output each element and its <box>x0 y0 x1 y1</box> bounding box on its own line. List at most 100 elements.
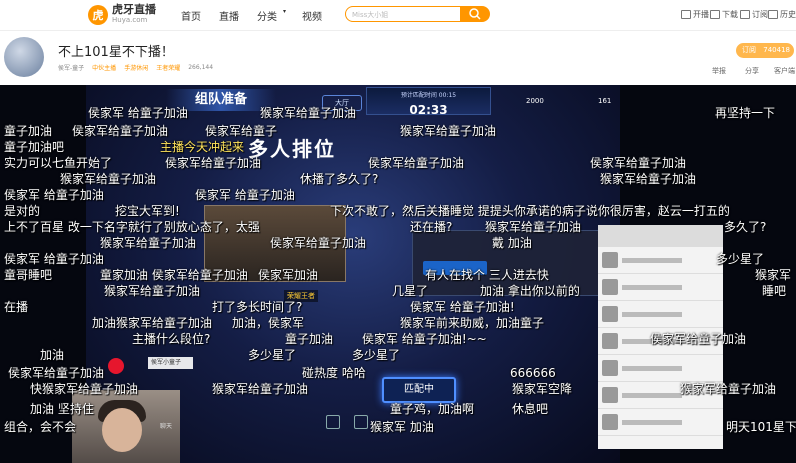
chevron-down-icon: ▾ <box>283 8 287 15</box>
danmaku-comment: 侯家军给童子加油 <box>8 366 105 380</box>
clock-icon <box>768 10 778 19</box>
danmaku-comment: 休播了多久了? <box>300 172 379 186</box>
danmaku-comment: 猴家军给童子加油 <box>485 220 582 234</box>
client-button[interactable]: 客户端 <box>774 66 795 76</box>
danmaku-comment: 猴家军给童子加油 <box>60 172 157 186</box>
danmaku-comment: 童子鸡，加油啊 <box>390 402 475 416</box>
match-timer: 预计匹配时间 00:15 02:33 <box>366 87 491 117</box>
danmaku-comment: 上不了百星 改一下名字就行了别放心态了，太强 <box>4 220 260 234</box>
danmaku-comment: 侯家军 给童子加油 <box>195 188 295 202</box>
danmaku-comment: 几星了 <box>392 284 429 298</box>
danmaku-comment: 加油猴家军给童子加油 <box>92 316 213 330</box>
search-input[interactable]: Miss大小姐 <box>345 6 461 22</box>
danmaku-comment: 主播今天冲起来 <box>160 140 245 154</box>
mic-icon <box>354 415 368 429</box>
danmaku-comment: 挖宝大军到! <box>115 204 180 218</box>
danmaku-comment: 猴家军给童子加油 <box>104 284 201 298</box>
nav-history[interactable]: 历史 <box>768 9 796 20</box>
danmaku-comment: 多少星了 <box>248 348 297 362</box>
video-player[interactable]: 组队准备 大厅 预计匹配时间 00:15 02:33 2000 161 多人排位… <box>0 85 796 463</box>
subscribe-button[interactable]: 订阅 740418 <box>736 43 794 58</box>
danmaku-comment: 童哥睡吧 <box>4 268 53 282</box>
danmaku-comment: 加油，侯家军 <box>232 316 305 330</box>
danmaku-comment: 侯家军给童子加油 <box>72 124 169 138</box>
streamer-name[interactable]: 侯军-童子 <box>58 63 84 72</box>
danmaku-comment: 猴家军给童子加油 <box>400 124 497 138</box>
danmaku-comment: 戴 加油 <box>492 236 532 250</box>
nav-home[interactable]: 首页 <box>181 8 201 23</box>
danmaku-comment: 多久了? <box>724 220 767 234</box>
weibo-icon <box>108 358 124 374</box>
chat-label: 聊天 <box>160 423 173 430</box>
danmaku-comment: 侯家军给童子加油 <box>165 156 262 170</box>
danmaku-comment: 666666 <box>510 366 556 380</box>
monitor-icon <box>681 10 691 19</box>
danmaku-comment: 还在播? <box>410 220 453 234</box>
streamer-name-tag: 侯军小童子 <box>148 357 193 369</box>
danmaku-comment: 侯家军 给童子加油 <box>4 252 104 266</box>
danmaku-comment: 童子加油 <box>285 332 334 346</box>
danmaku-comment: 侯家军加油 <box>258 268 319 282</box>
danmaku-comment: 猴家军给童子加油 <box>212 382 309 396</box>
logo-text: 虎牙直播 <box>112 3 156 16</box>
top-navigation: 虎 虎牙直播 Huya.com 首页 直播 分类 ▾ 视频 Miss大小姐 开播… <box>0 0 796 31</box>
danmaku-comment: 侯家军给童子加油 <box>270 236 367 250</box>
nav-download[interactable]: 下载 <box>710 9 738 20</box>
report-button[interactable]: 举报 <box>712 66 726 76</box>
danmaku-comment: 睡吧 <box>762 284 787 298</box>
danmaku-comment: 侯家军给童子加油 <box>650 332 747 346</box>
subscribe-count: 740418 <box>763 46 790 54</box>
danmaku-comment: 主播什么段位? <box>132 332 211 346</box>
nav-category[interactable]: 分类 <box>257 8 277 23</box>
nav-go-live[interactable]: 开播 <box>681 9 709 20</box>
danmaku-comment: 加油 坚持住 <box>30 402 94 416</box>
nav-subscribe[interactable]: 订阅 <box>740 9 768 20</box>
streamer-badge: 中伙主播 <box>92 65 117 72</box>
danmaku-comment: 侯家军 给童子加油! <box>410 300 515 314</box>
danmaku-comment: 加油 拿出你以前的 <box>480 284 580 298</box>
danmaku-comment: 多少星了 <box>352 348 401 362</box>
danmaku-comment: 在播 <box>4 300 29 314</box>
danmaku-comment: 侯家军 给童子加油 <box>88 106 188 120</box>
danmaku-comment: 童家加油 侯家军给童子加油 <box>100 268 248 282</box>
danmaku-comment: 侯家军 给童子加油!~~ <box>362 332 487 346</box>
danmaku-comment: 猴家军给童子加油 <box>260 106 357 120</box>
tiger-logo-icon: 虎 <box>88 5 108 25</box>
danmaku-comment: 快猴家军给童子加油 <box>30 382 139 396</box>
streamer-avatar[interactable] <box>4 37 44 77</box>
game-link[interactable]: 王者荣耀 <box>156 63 180 72</box>
heart-icon <box>740 10 750 19</box>
nav-live[interactable]: 直播 <box>219 8 239 23</box>
danmaku-comment: 碰热度 哈哈 <box>302 366 366 380</box>
category-link[interactable]: 手游休闲 <box>124 63 148 72</box>
viewer-count: 266,144 <box>188 64 214 71</box>
danmaku-comment: 多少星了 <box>716 252 765 266</box>
logo-domain: Huya.com <box>112 16 148 24</box>
gems-count: 161 <box>598 97 612 105</box>
room-meta: 侯军-童子 中伙主播 手游休闲 王者荣耀 266,144 <box>58 63 213 72</box>
nav-video[interactable]: 视频 <box>302 8 322 23</box>
danmaku-comment: 猴家军前来助威，加油童子 <box>400 316 545 330</box>
huya-logo[interactable]: 虎 虎牙直播 Huya.com <box>88 4 156 26</box>
coins-count: 2000 <box>526 97 544 105</box>
danmaku-comment: 有人在找个 三人进去快 <box>425 268 549 282</box>
danmaku-comment: 侯家军给童子 <box>205 124 278 138</box>
room-header: 不上101星不下播！ 侯军-童子 中伙主播 手游休闲 王者荣耀 266,144 … <box>0 31 796 85</box>
danmaku-comment: 猴家军 <box>755 268 792 282</box>
danmaku-comment: 加油 <box>40 348 65 362</box>
danmaku-comment: 猴家军给童子加油 <box>100 236 197 250</box>
danmaku-comment: 童子加油吧 <box>4 140 65 154</box>
danmaku-comment: 下次不敢了，然后关播睡觉 提提头你承诺的病子说你很厉害，赵云一打五的 <box>330 204 730 218</box>
danmaku-comment: 组合，会不会 <box>4 420 77 434</box>
danmaku-comment: 休息吧 <box>512 402 549 416</box>
danmaku-comment: 猴家军给童子加油 <box>600 172 697 186</box>
danmaku-comment: 猴家军给童子加油 <box>680 382 777 396</box>
download-icon <box>710 10 720 19</box>
danmaku-comment: 实力可以七鱼开始了 <box>4 156 113 170</box>
search-button[interactable] <box>461 6 490 22</box>
mail-icon <box>326 415 340 429</box>
share-button[interactable]: 分享 <box>745 66 759 76</box>
danmaku-comment: 童子加油 <box>4 124 53 138</box>
danmaku-comment: 打了多长时间了? <box>212 300 303 314</box>
danmaku-comment: 侯家军 给童子加油 <box>4 188 104 202</box>
